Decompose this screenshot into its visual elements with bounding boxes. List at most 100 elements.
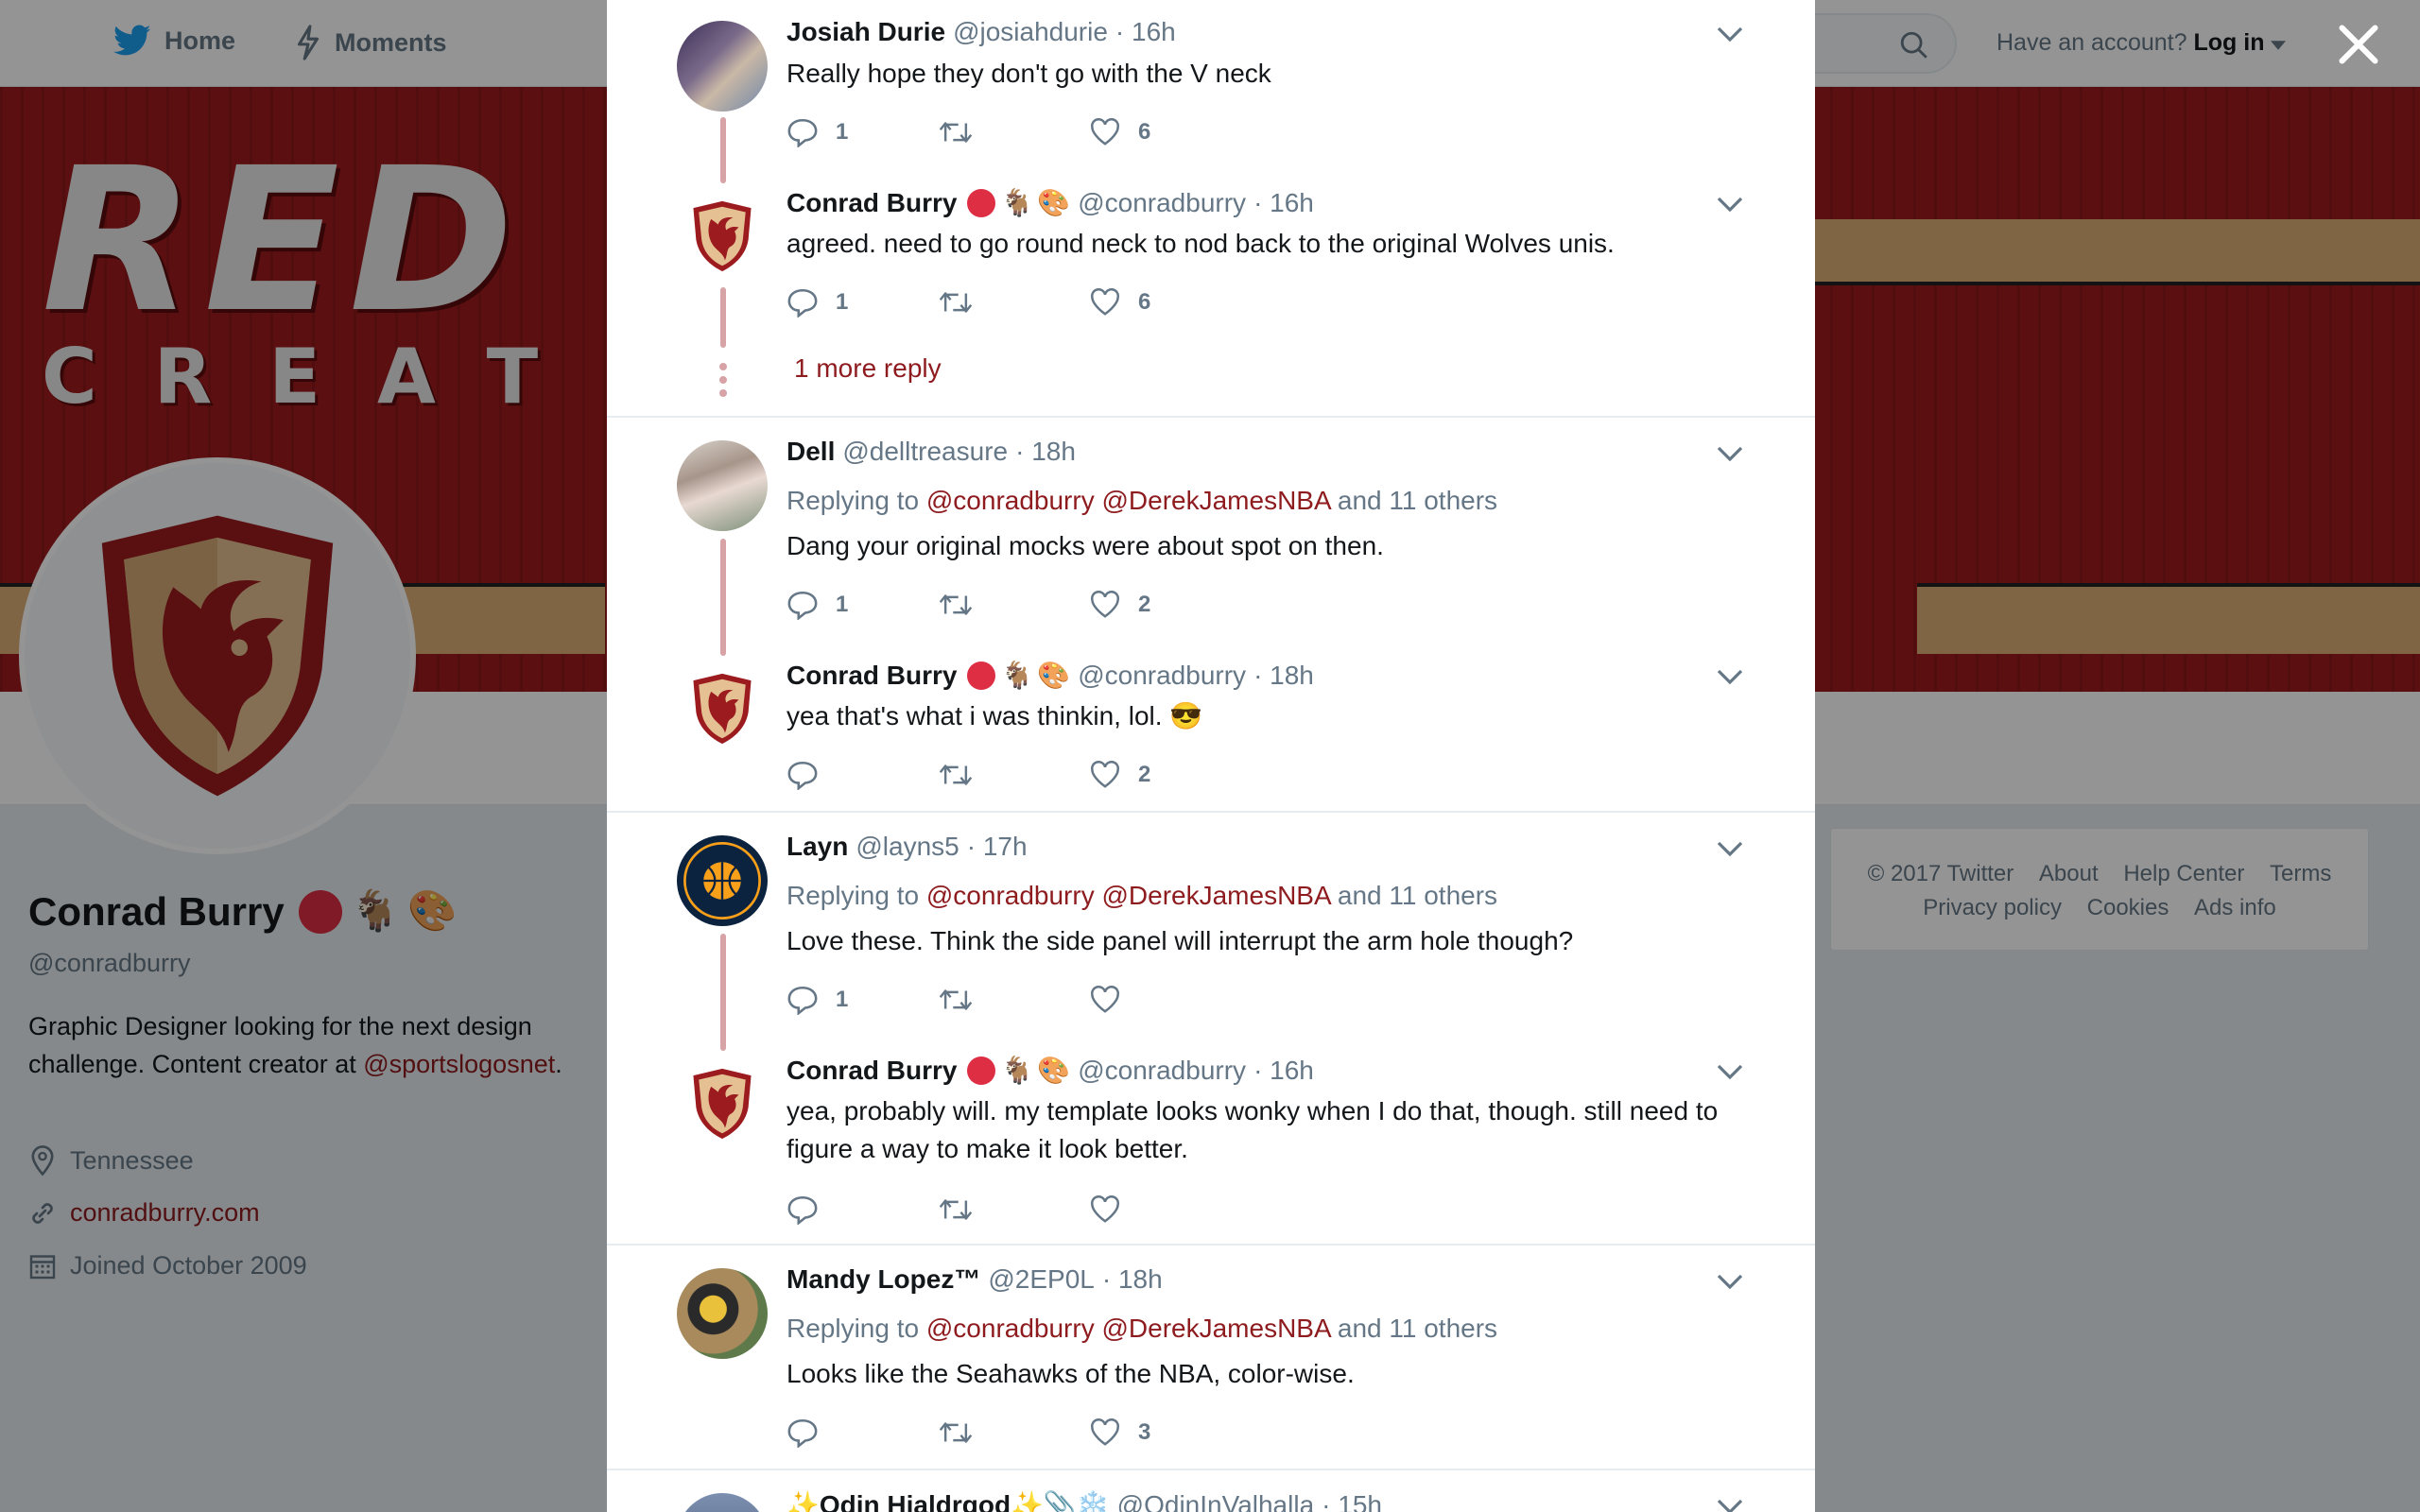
mention-link[interactable]: @DerekJamesNBA — [1102, 1314, 1331, 1343]
avatar[interactable] — [677, 1493, 768, 1512]
retweet-icon — [939, 594, 973, 615]
retweet-icon — [939, 989, 973, 1010]
thread-line — [720, 934, 726, 1051]
retweet-icon — [939, 765, 973, 785]
reply-button[interactable]: 1 — [786, 985, 938, 1015]
reply-button[interactable]: 1 — [786, 117, 938, 147]
tweet-time[interactable]: · 18h — [1015, 437, 1076, 467]
utah-jazz-logo-icon — [683, 842, 761, 919]
like-button[interactable] — [1089, 1195, 1240, 1224]
chevron-down-icon[interactable] — [1717, 25, 1743, 43]
chevron-down-icon[interactable] — [1717, 444, 1743, 463]
retweet-button[interactable] — [938, 1418, 1089, 1447]
chevron-down-icon[interactable] — [1717, 195, 1743, 214]
goat-shield-logo-icon — [693, 1068, 752, 1140]
reply-button[interactable]: 1 — [786, 287, 938, 318]
author-handle[interactable]: @josiahdurie — [953, 17, 1108, 47]
like-button[interactable]: 6 — [1089, 288, 1240, 317]
mention-link[interactable]: @conradburry — [926, 881, 1095, 910]
tweet-actions: 3 — [786, 1418, 1240, 1448]
author-name[interactable]: Josiah Durie — [786, 17, 945, 47]
chevron-down-icon[interactable] — [1717, 839, 1743, 858]
chevron-down-icon[interactable] — [1717, 1272, 1743, 1291]
author-name[interactable]: Dell — [786, 437, 835, 467]
red-circle-icon — [967, 661, 996, 690]
author-name[interactable]: Layn — [786, 832, 848, 862]
like-button[interactable]: 3 — [1089, 1418, 1240, 1447]
author-handle[interactable]: @layns5 — [856, 832, 959, 862]
replying-to: Replying to @conradburry @DerekJamesNBA … — [786, 486, 1497, 516]
reply-count: 1 — [836, 119, 849, 145]
tweet-header: Dell @delltreasure · 18h — [786, 437, 1076, 467]
retweet-icon — [939, 1199, 973, 1220]
author-name[interactable]: Conrad Burry — [786, 188, 957, 218]
author-handle[interactable]: @delltreasure — [842, 437, 1008, 467]
reply-button[interactable]: 1 — [786, 590, 938, 620]
avatar[interactable] — [677, 1058, 768, 1149]
reply-icon — [787, 761, 818, 790]
like-button[interactable]: 2 — [1089, 591, 1240, 619]
author-name[interactable]: Conrad Burry — [786, 661, 957, 691]
replying-suffix[interactable]: and 11 others — [1338, 1314, 1497, 1343]
tweet-header: Layn @layns5 · 17h — [786, 832, 1028, 862]
replying-suffix[interactable]: and 11 others — [1338, 486, 1497, 515]
author-name[interactable]: Conrad Burry — [786, 1056, 957, 1086]
tweet-time[interactable]: · 17h — [967, 832, 1028, 862]
close-icon[interactable] — [2335, 21, 2382, 68]
retweet-button[interactable] — [938, 986, 1089, 1014]
author-handle[interactable]: @conradburry — [1078, 1056, 1246, 1086]
divider — [607, 811, 1815, 813]
mention-link[interactable]: @conradburry — [926, 486, 1095, 515]
avatar[interactable] — [677, 1268, 768, 1359]
replying-suffix[interactable]: and 11 others — [1338, 881, 1497, 910]
reply-button[interactable] — [786, 1418, 938, 1448]
reply-count: 1 — [836, 987, 849, 1012]
retweet-button[interactable] — [938, 761, 1089, 789]
more-replies-link[interactable]: 1 more reply — [794, 353, 942, 384]
author-handle[interactable]: @2EP0L — [988, 1264, 1095, 1295]
mention-link[interactable]: @DerekJamesNBA — [1102, 881, 1331, 910]
chevron-down-icon[interactable] — [1717, 667, 1743, 686]
divider — [607, 1469, 1815, 1470]
reply-button[interactable] — [786, 760, 938, 790]
author-handle[interactable]: @conradburry — [1078, 661, 1246, 691]
like-button[interactable]: 6 — [1089, 118, 1240, 146]
tweet-header: Josiah Durie @josiahdurie · 16h — [786, 17, 1176, 47]
reply-button[interactable] — [786, 1194, 938, 1225]
retweet-button[interactable] — [938, 118, 1089, 146]
replying-to: Replying to @conradburry @DerekJamesNBA … — [786, 1314, 1497, 1344]
like-button[interactable]: 2 — [1089, 761, 1240, 789]
thread-line — [720, 287, 726, 348]
retweet-button[interactable] — [938, 591, 1089, 619]
mention-link[interactable]: @conradburry — [926, 1314, 1095, 1343]
avatar[interactable] — [677, 440, 768, 531]
tweet-time[interactable]: · 15h — [1322, 1490, 1382, 1512]
author-handle[interactable]: @OdinInValhalla — [1117, 1490, 1314, 1512]
tweet-text: yea, probably will. my template looks wo… — [786, 1096, 1719, 1163]
tweet-time[interactable]: · 16h — [1253, 188, 1314, 218]
chevron-down-icon[interactable] — [1717, 1062, 1743, 1081]
like-button[interactable] — [1089, 986, 1240, 1014]
mention-link[interactable]: @DerekJamesNBA — [1102, 486, 1331, 515]
reply-icon — [787, 1195, 818, 1225]
chevron-down-icon[interactable] — [1717, 1497, 1743, 1512]
tweet-time[interactable]: · 16h — [1115, 17, 1176, 47]
avatar[interactable] — [677, 191, 768, 282]
tweet-actions: 1 2 — [786, 590, 1240, 620]
tweet-time[interactable]: · 18h — [1253, 661, 1314, 691]
thread-line — [720, 539, 726, 656]
avatar[interactable] — [677, 21, 768, 112]
tweet-text: agreed. need to go round neck to nod bac… — [786, 229, 1615, 258]
tweet-time[interactable]: · 16h — [1253, 1056, 1314, 1086]
author-handle[interactable]: @conradburry — [1078, 188, 1246, 218]
goat-emoji-icon: 🐐 — [1000, 188, 1034, 217]
tweet-time[interactable]: · 18h — [1102, 1264, 1163, 1295]
reply-icon — [787, 1418, 818, 1448]
avatar[interactable] — [677, 663, 768, 754]
retweet-button[interactable] — [938, 1195, 1089, 1224]
tweet-header: Conrad Burry 🐐 🎨 @conradburry · 16h — [786, 187, 1314, 218]
avatar[interactable] — [677, 835, 768, 926]
author-name[interactable]: Mandy Lopez™ — [786, 1264, 980, 1295]
retweet-button[interactable] — [938, 288, 1089, 317]
author-name[interactable]: ✨Odin Hjaldrgod✨📎❄️ — [786, 1489, 1110, 1512]
